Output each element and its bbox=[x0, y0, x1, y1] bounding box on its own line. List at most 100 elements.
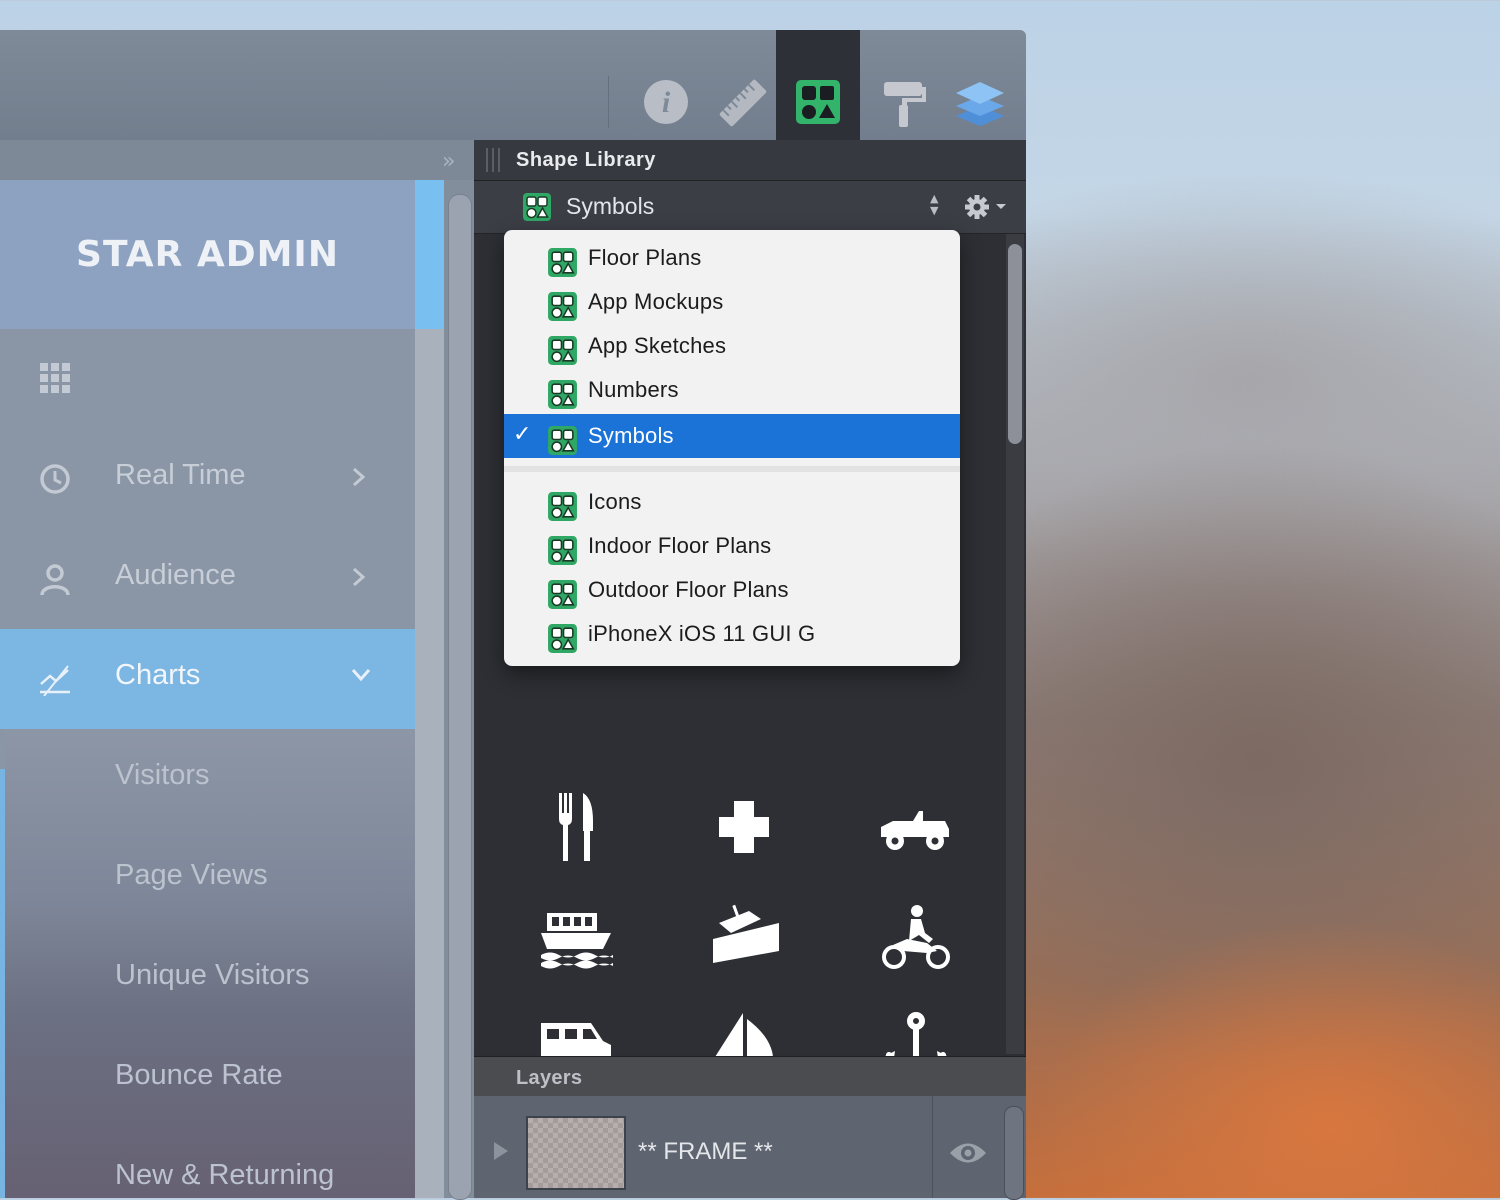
info-icon: i bbox=[644, 80, 688, 124]
menu-item-icons[interactable]: Icons bbox=[504, 480, 960, 524]
shape-item[interactable] bbox=[864, 786, 964, 876]
ruler-button[interactable] bbox=[700, 30, 784, 140]
shape-item[interactable] bbox=[864, 896, 964, 986]
submenu-item-bounce-rate[interactable]: Bounce Rate bbox=[5, 1029, 415, 1129]
app-topbar: » bbox=[0, 140, 474, 181]
panel-scrollbar[interactable] bbox=[1006, 234, 1024, 1054]
shape-item[interactable] bbox=[524, 896, 624, 986]
sidebar-item-audience[interactable]: Audience bbox=[0, 529, 415, 629]
svg-text:i: i bbox=[662, 86, 671, 119]
menu-item-iphonex-gui[interactable]: iPhoneX iOS 11 GUI G bbox=[504, 612, 960, 656]
shapes-library-icon bbox=[523, 193, 551, 221]
submenu-item-unique-visitors[interactable]: Unique Visitors bbox=[5, 929, 415, 1029]
shapes-icon bbox=[796, 80, 840, 124]
shapes-library-icon bbox=[548, 492, 577, 521]
app-area: » STAR ADMIN Real Time Audience Charts V… bbox=[0, 140, 474, 1200]
chart-line-icon bbox=[40, 665, 70, 696]
layers-button[interactable] bbox=[936, 30, 1020, 140]
menu-item-numbers[interactable]: Numbers bbox=[504, 368, 960, 412]
toolbar: i bbox=[0, 30, 1026, 140]
user-icon bbox=[40, 564, 70, 596]
layer-name: ** FRAME ** bbox=[638, 1138, 773, 1165]
layer-divider bbox=[932, 1096, 933, 1198]
submenu-item-label: Visitors bbox=[115, 759, 210, 791]
submenu-item-visitors[interactable]: Visitors bbox=[5, 729, 415, 829]
panel-header: Shape Library bbox=[474, 140, 1026, 181]
menu-item-floor-plans[interactable]: Floor Plans bbox=[504, 236, 960, 280]
submenu-item-label: Unique Visitors bbox=[115, 959, 310, 991]
info-button[interactable]: i bbox=[624, 30, 708, 140]
library-select-value: Symbols bbox=[566, 193, 655, 219]
submenu-item-page-views[interactable]: Page Views bbox=[5, 829, 415, 929]
menu-item-label: App Mockups bbox=[588, 289, 724, 314]
checkmark-icon: ✓ bbox=[513, 422, 532, 447]
fork-knife-icon bbox=[559, 793, 593, 861]
menu-item-symbols[interactable]: ✓ Symbols bbox=[504, 414, 960, 458]
chevron-right-icon bbox=[353, 567, 366, 587]
toolbar-separator bbox=[608, 76, 609, 128]
paint-roller-icon bbox=[884, 82, 926, 127]
library-select[interactable]: Symbols ▲ ▼ bbox=[474, 181, 1026, 234]
charts-submenu: Visitors Page Views Unique Visitors Boun… bbox=[5, 729, 415, 1198]
paint-button[interactable] bbox=[860, 30, 944, 140]
menu-item-label: Numbers bbox=[588, 377, 679, 402]
menu-item-indoor-floor-plans[interactable]: Indoor Floor Plans bbox=[504, 524, 960, 568]
motorcycle-icon bbox=[882, 905, 950, 969]
grid-icon[interactable] bbox=[40, 363, 72, 395]
sidebar-item-label: Charts bbox=[115, 659, 201, 691]
panel-grip-handle[interactable] bbox=[486, 148, 504, 172]
submenu-item-new-returning[interactable]: New & Returning bbox=[5, 1129, 415, 1198]
brand-logo-text: STAR ADMIN bbox=[76, 234, 339, 275]
shape-item[interactable] bbox=[694, 786, 794, 876]
shape-library-button[interactable] bbox=[776, 30, 860, 140]
submenu-item-label: Page Views bbox=[115, 859, 268, 891]
scrollbar-thumb[interactable] bbox=[1008, 244, 1022, 444]
menu-item-app-sketches[interactable]: App Sketches bbox=[504, 324, 960, 368]
shape-item[interactable] bbox=[526, 786, 626, 876]
boat-ramp-icon bbox=[713, 904, 779, 963]
submenu-item-label: Bounce Rate bbox=[115, 1059, 283, 1091]
layer-row[interactable]: ** FRAME ** bbox=[474, 1096, 1026, 1200]
ferry-icon bbox=[541, 913, 613, 969]
layers-header: Layers bbox=[474, 1056, 1026, 1097]
shapes-library-icon bbox=[548, 624, 577, 653]
shapes-library-icon bbox=[548, 380, 577, 409]
jeep-icon bbox=[881, 811, 949, 850]
sidebar-item-real-time[interactable]: Real Time bbox=[0, 429, 415, 529]
sidebar-item-label: Audience bbox=[115, 559, 236, 591]
menu-item-label: Symbols bbox=[588, 423, 674, 448]
content-edge-blue bbox=[415, 180, 444, 329]
shapes-library-icon bbox=[548, 336, 577, 365]
gear-icon[interactable] bbox=[964, 194, 1010, 220]
layer-thumbnail bbox=[526, 1116, 626, 1190]
panel-title: Shape Library bbox=[516, 149, 656, 171]
medical-cross-icon bbox=[719, 801, 769, 853]
layers-scrollbar[interactable] bbox=[1004, 1106, 1024, 1200]
menu-item-outdoor-floor-plans[interactable]: Outdoor Floor Plans bbox=[504, 568, 960, 612]
library-dropdown-menu: Floor Plans App Mockups App Sketches Num… bbox=[504, 230, 960, 666]
chevron-right-icon bbox=[353, 467, 366, 487]
menu-item-label: Indoor Floor Plans bbox=[588, 533, 772, 558]
menu-item-label: iPhoneX iOS 11 GUI G bbox=[588, 621, 816, 646]
sidebar-item-charts[interactable]: Charts bbox=[0, 629, 415, 729]
ruler-icon bbox=[719, 79, 767, 127]
double-chevron-right-icon[interactable]: » bbox=[442, 149, 455, 174]
brand-area: STAR ADMIN bbox=[0, 180, 415, 329]
sidebar: STAR ADMIN Real Time Audience Charts Vis… bbox=[0, 180, 415, 1198]
disclosure-triangle-icon[interactable] bbox=[494, 1142, 508, 1160]
menu-item-label: Outdoor Floor Plans bbox=[588, 577, 789, 602]
menu-item-app-mockups[interactable]: App Mockups bbox=[504, 280, 960, 324]
submenu-item-label: New & Returning bbox=[115, 1159, 335, 1191]
layers-title: Layers bbox=[516, 1067, 583, 1089]
eye-icon[interactable] bbox=[948, 1140, 988, 1166]
shapes-library-icon bbox=[548, 426, 577, 455]
shapes-library-icon bbox=[548, 536, 577, 565]
menu-item-label: Icons bbox=[588, 489, 642, 514]
shapes-library-icon bbox=[548, 580, 577, 609]
shapes-library-icon bbox=[548, 248, 577, 277]
menu-item-label: Floor Plans bbox=[588, 245, 702, 270]
shape-item[interactable] bbox=[694, 896, 794, 986]
updown-arrows-icon: ▲ ▼ bbox=[930, 192, 939, 217]
scrollbar[interactable] bbox=[448, 194, 472, 1200]
content-edge bbox=[415, 329, 444, 1198]
